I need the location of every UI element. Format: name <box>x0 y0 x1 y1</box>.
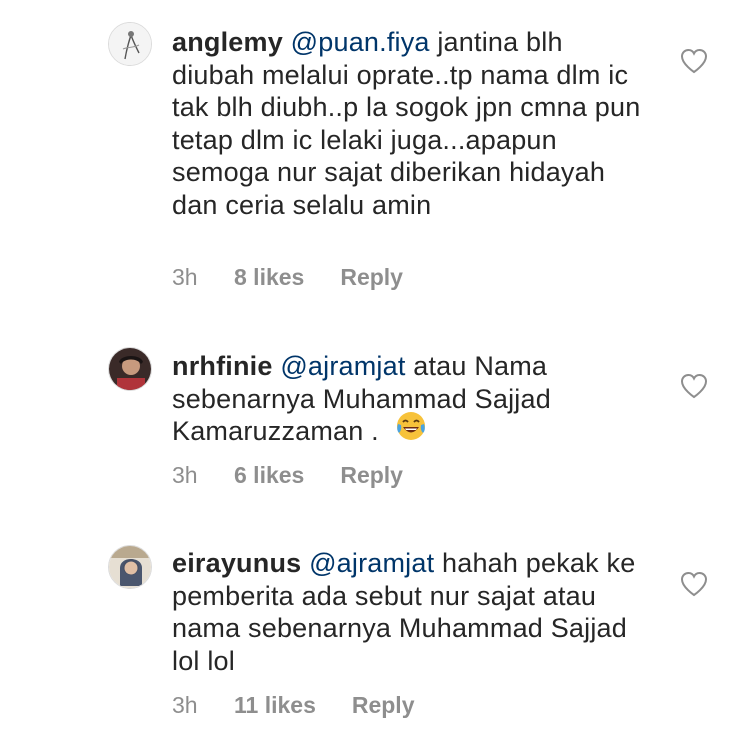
avatar-icon <box>109 348 151 390</box>
comment-meta: 3h 6 likes Reply <box>172 462 403 489</box>
face-with-tears-of-joy-icon <box>395 410 427 450</box>
comment-likes[interactable]: 8 likes <box>234 264 304 291</box>
comment-time: 3h <box>172 692 198 718</box>
avatar[interactable] <box>108 347 152 391</box>
comment-mention[interactable]: @ajramjat <box>280 351 405 381</box>
reply-button[interactable]: Reply <box>352 692 415 719</box>
comment-meta: 3h 8 likes Reply <box>172 264 403 291</box>
comment-mention[interactable]: @ajramjat <box>309 548 434 578</box>
heart-outline-icon[interactable] <box>679 570 709 598</box>
avatar-icon <box>109 23 151 65</box>
comment-mention[interactable]: @puan.fiya <box>291 27 430 57</box>
comment-text: eirayunus @ajramjat hahah pekak ke pembe… <box>172 547 642 677</box>
comment-text: nrhfinie @ajramjat atau Nama sebenarnya … <box>172 350 642 450</box>
comment-username[interactable]: anglemy <box>172 27 283 57</box>
avatar[interactable] <box>108 545 152 589</box>
heart-outline-icon[interactable] <box>679 47 709 75</box>
comment-time: 3h <box>172 462 198 488</box>
comment-likes[interactable]: 11 likes <box>234 692 316 719</box>
avatar-icon <box>109 546 151 588</box>
comment-meta: 3h 11 likes Reply <box>172 692 415 719</box>
reply-button[interactable]: Reply <box>340 264 403 291</box>
comment-username[interactable]: nrhfinie <box>172 351 273 381</box>
comment-time: 3h <box>172 264 198 290</box>
comment-username[interactable]: eirayunus <box>172 548 301 578</box>
avatar[interactable] <box>108 22 152 66</box>
comment-likes[interactable]: 6 likes <box>234 462 304 489</box>
comment-text: anglemy @puan.fiya jantina blh diubah me… <box>172 26 642 221</box>
heart-outline-icon[interactable] <box>679 372 709 400</box>
reply-button[interactable]: Reply <box>340 462 403 489</box>
